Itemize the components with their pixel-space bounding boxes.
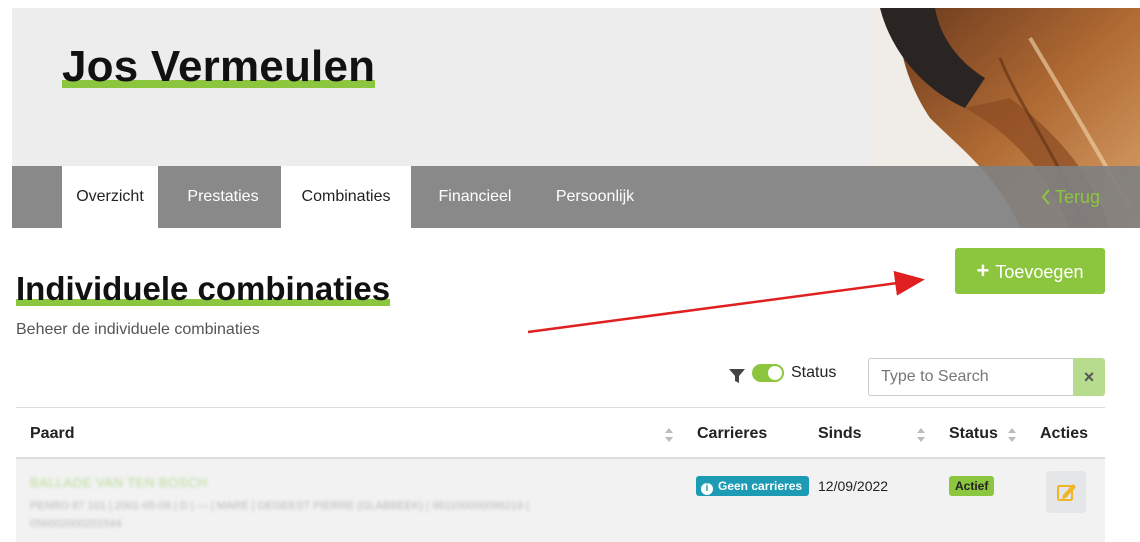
- tab-combinaties[interactable]: Combinaties: [281, 166, 411, 228]
- tab-prestaties[interactable]: Prestaties: [173, 166, 273, 228]
- carrieres-badge: i Geen carrieres: [696, 476, 810, 496]
- plus-icon: +: [976, 258, 990, 283]
- add-button[interactable]: + Toevoegen: [955, 248, 1105, 294]
- carrieres-badge-label: Geen carrieres: [718, 479, 803, 493]
- page-header: Jos Vermeulen Overzicht Prestaties Combi…: [12, 8, 1140, 228]
- toggle-knob: [768, 366, 782, 380]
- add-button-label: Toevoegen: [995, 262, 1084, 282]
- status-filter-label: Status: [791, 364, 837, 381]
- column-status[interactable]: Status: [949, 408, 998, 460]
- section-title: Individuele combinaties: [16, 270, 391, 307]
- horse-name-link[interactable]: BALLADE VAN TEN BOSCH: [30, 475, 208, 490]
- section-subtitle: Beheer de individuele combinaties: [16, 321, 260, 338]
- section-title-wrap: Individuele combinaties: [16, 270, 391, 308]
- table-row: BALLADE VAN TEN BOSCH PENRO 87 101 | 200…: [16, 459, 1105, 542]
- edit-icon: [1057, 484, 1076, 501]
- edit-button[interactable]: [1046, 471, 1086, 513]
- main-nav: Overzicht Prestaties Combinaties Financi…: [12, 166, 1140, 228]
- page-title: Jos Vermeulen: [62, 42, 376, 91]
- column-carrieres: Carrieres: [697, 425, 768, 442]
- back-label: Terug: [1054, 187, 1100, 207]
- filter-icon[interactable]: [728, 368, 746, 384]
- table-header: Paard Carrieres Sinds Status Acties: [16, 407, 1105, 459]
- search-input[interactable]: [868, 358, 1073, 396]
- sort-icon[interactable]: [1007, 427, 1017, 443]
- close-icon[interactable]: ×: [1073, 358, 1105, 396]
- tab-overzicht[interactable]: Overzicht: [62, 166, 158, 228]
- column-sinds[interactable]: Sinds: [818, 408, 862, 460]
- status-toggle[interactable]: [752, 364, 784, 382]
- tab-persoonlijk[interactable]: Persoonlijk: [540, 166, 650, 228]
- column-paard[interactable]: Paard: [30, 408, 74, 460]
- sort-icon[interactable]: [664, 427, 674, 443]
- back-link[interactable]: Terug: [1041, 166, 1100, 228]
- chevron-left-icon: [1041, 189, 1050, 205]
- column-acties: Acties: [1040, 425, 1089, 442]
- sort-icon[interactable]: [916, 427, 926, 443]
- page-title-wrap: Jos Vermeulen: [62, 42, 376, 92]
- tab-financieel[interactable]: Financieel: [420, 166, 530, 228]
- horse-meta: PENRO 87 101 | 2001-05-06 | D | — | MARE…: [30, 500, 529, 530]
- sinds-value: 12/09/2022: [818, 478, 889, 494]
- info-icon: i: [701, 483, 713, 495]
- status-badge: Actief: [949, 476, 995, 496]
